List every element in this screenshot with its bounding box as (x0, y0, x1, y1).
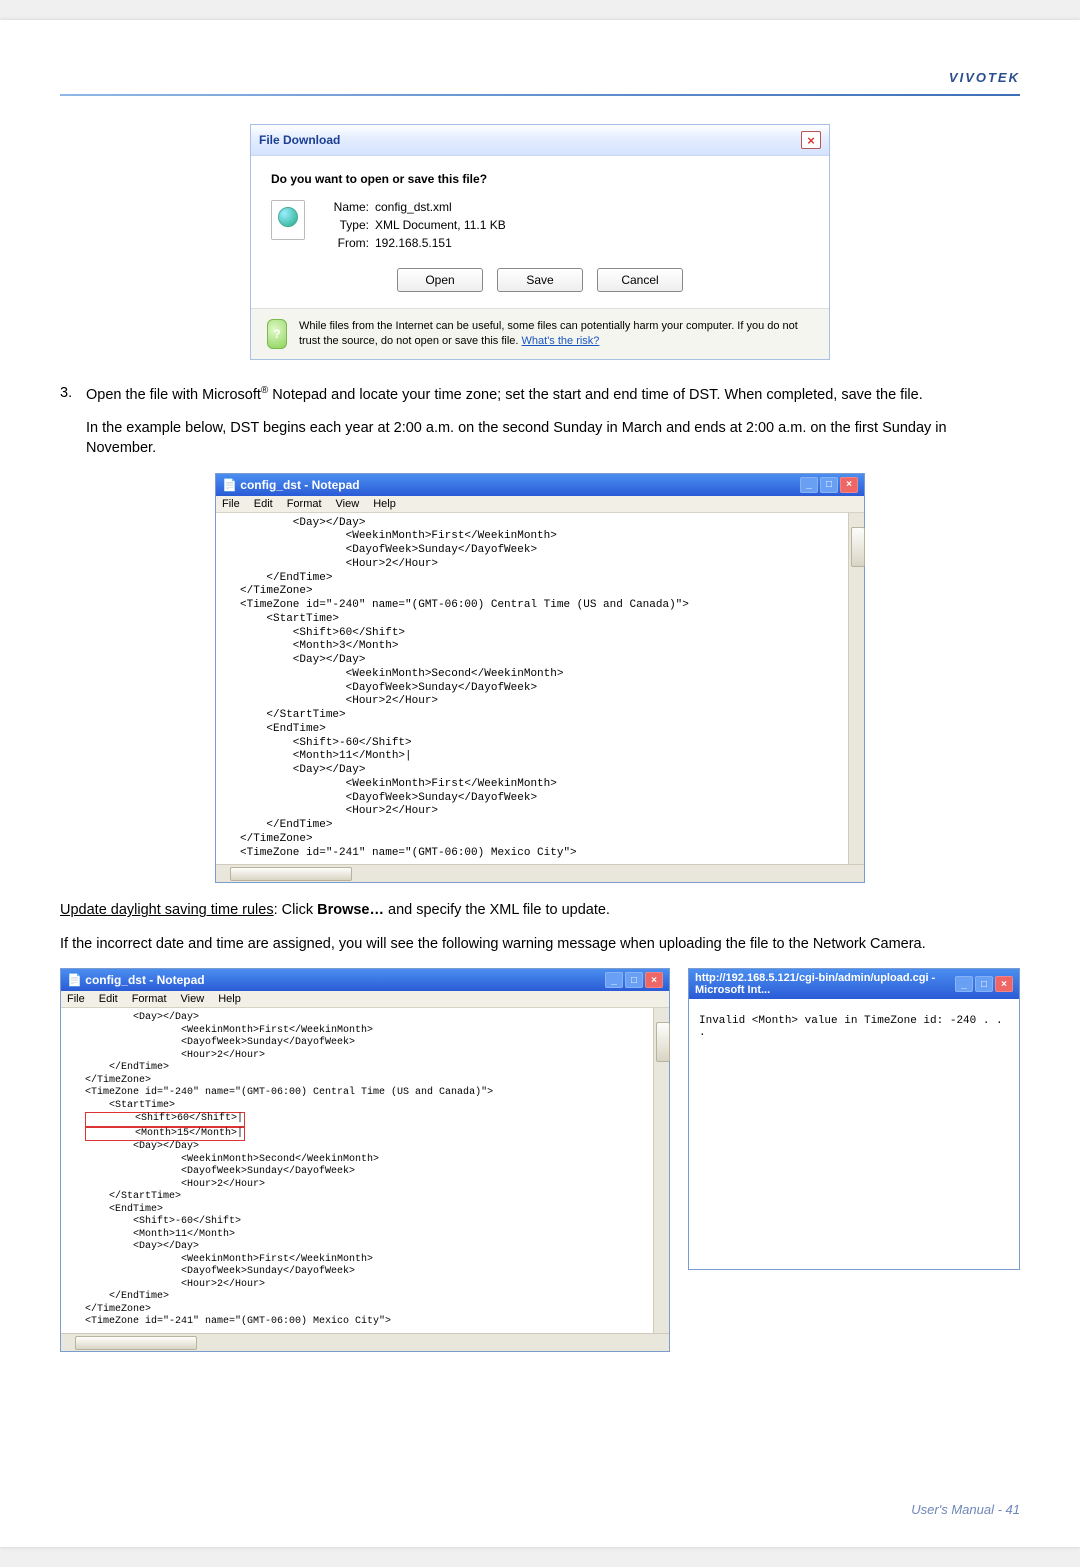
notepad-title-text: config_dst - Notepad (85, 973, 204, 987)
notepad-body: <Day></Day> <WeekinMonth>First</WeekinMo… (216, 513, 864, 883)
file-download-dialog: File Download × Do you want to open or s… (250, 124, 830, 360)
type-label: Type: (319, 218, 369, 232)
save-button[interactable]: Save (497, 268, 583, 292)
window-buttons: _ □ × (800, 477, 858, 493)
file-icon (271, 200, 305, 240)
notepad-text[interactable]: <Day></Day> <WeekinMonth>First</WeekinMo… (216, 513, 864, 865)
menu-edit[interactable]: Edit (99, 993, 118, 1005)
ie-error-text: Invalid <Month> value in TimeZone id: -2… (699, 1015, 1003, 1039)
whats-the-risk-link[interactable]: What's the risk? (522, 335, 600, 347)
menu-file[interactable]: File (222, 498, 240, 510)
footer-page-number: 41 (1006, 1502, 1020, 1517)
notepad-title: 📄 config_dst - Notepad (67, 973, 205, 987)
footer-text: User's Manual - (911, 1502, 1005, 1517)
notepad-menu: File Edit Format View Help (216, 496, 864, 513)
dialog-titlebar: File Download × (251, 125, 829, 156)
menu-format[interactable]: Format (287, 498, 322, 510)
brand-label: VIVOTEK (949, 70, 1020, 85)
menu-edit[interactable]: Edit (254, 498, 273, 510)
window-buttons: _ □ × (605, 972, 663, 988)
type-value: XML Document, 11.1 KB (375, 218, 506, 232)
example-para: In the example below, DST begins each ye… (60, 419, 1020, 458)
open-button[interactable]: Open (397, 268, 483, 292)
scrollbar-horizontal[interactable] (216, 864, 864, 882)
update-underline: Update daylight saving time rules (60, 902, 274, 918)
scrollbar-horizontal[interactable] (61, 1333, 669, 1351)
notepad-menu: File Edit Format View Help (61, 991, 669, 1008)
close-icon[interactable]: × (801, 131, 821, 149)
ie-body: Invalid <Month> value in TimeZone id: -2… (689, 999, 1019, 1269)
notepad-title: 📄 config_dst - Notepad (222, 478, 360, 492)
minimize-icon[interactable]: _ (800, 477, 818, 493)
ie-title-text: http://192.168.5.121/cgi-bin/admin/uploa… (695, 972, 955, 996)
notepad-text[interactable]: <Day></Day> <WeekinMonth>First</WeekinMo… (61, 1008, 669, 1333)
name-value: config_dst.xml (375, 200, 506, 214)
error-row: 📄 config_dst - Notepad _ □ × File Edit F… (60, 968, 1020, 1352)
highlighted-month: <Month>15</Month>| (85, 1127, 245, 1142)
menu-help[interactable]: Help (373, 498, 396, 510)
maximize-icon[interactable]: □ (975, 976, 993, 992)
notepad-titlebar: 📄 config_dst - Notepad _ □ × (61, 969, 669, 991)
update-c: and specify the XML file to update. (384, 902, 610, 918)
page-footer: User's Manual - 41 (911, 1502, 1020, 1517)
incorrect-para: If the incorrect date and time are assig… (60, 935, 1020, 955)
dialog-kv: Name: config_dst.xml Type: XML Document,… (319, 200, 506, 250)
file-download-wrap: File Download × Do you want to open or s… (60, 124, 1020, 360)
dialog-body: Do you want to open or save this file? N… (251, 156, 829, 308)
scrollbar-vertical[interactable] (848, 513, 864, 865)
from-label: From: (319, 236, 369, 250)
ie-error-window: http://192.168.5.121/cgi-bin/admin/uploa… (688, 968, 1020, 1270)
update-para: Update daylight saving time rules: Click… (60, 901, 1020, 921)
ie-titlebar: http://192.168.5.121/cgi-bin/admin/uploa… (689, 969, 1019, 999)
step-number: 3. (60, 384, 80, 405)
close-icon[interactable]: × (995, 976, 1013, 992)
cancel-button[interactable]: Cancel (597, 268, 683, 292)
brand-divider (60, 94, 1020, 96)
step3-b: Notepad and locate your time zone; set t… (268, 387, 922, 403)
dialog-question: Do you want to open or save this file? (271, 172, 809, 186)
notepad-titlebar: 📄 config_dst - Notepad _ □ × (216, 474, 864, 496)
name-label: Name: (319, 200, 369, 214)
minimize-icon[interactable]: _ (955, 976, 973, 992)
menu-help[interactable]: Help (218, 993, 241, 1005)
close-icon[interactable]: × (840, 477, 858, 493)
shield-icon: ? (267, 319, 287, 349)
maximize-icon[interactable]: □ (820, 477, 838, 493)
close-icon[interactable]: × (645, 972, 663, 988)
notepad-title-text: config_dst - Notepad (240, 478, 359, 492)
np2-b: <Day></Day> <WeekinMonth>Second</WeekinM… (85, 1141, 391, 1327)
menu-view[interactable]: View (181, 993, 205, 1005)
notepad-body: <Day></Day> <WeekinMonth>First</WeekinMo… (61, 1008, 669, 1351)
update-b: : Click (274, 902, 318, 918)
menu-file[interactable]: File (67, 993, 85, 1005)
minimize-icon[interactable]: _ (605, 972, 623, 988)
highlighted-shift: <Shift>60</Shift>| (85, 1112, 245, 1127)
dialog-buttons: Open Save Cancel (271, 268, 809, 292)
browse-label: Browse… (317, 902, 384, 918)
menu-view[interactable]: View (336, 498, 360, 510)
from-value: 192.168.5.151 (375, 236, 506, 250)
step3-a: Open the file with Microsoft (86, 387, 261, 403)
np2-a: <Day></Day> <WeekinMonth>First</WeekinMo… (85, 1012, 493, 1111)
document-page: VIVOTEK File Download × Do you want to o… (0, 20, 1080, 1547)
page-content: File Download × Do you want to open or s… (60, 124, 1020, 1352)
step-text: Open the file with Microsoft® Notepad an… (86, 384, 923, 405)
dialog-title: File Download (259, 133, 340, 147)
menu-format[interactable]: Format (132, 993, 167, 1005)
dialog-footer-text: While files from the Internet can be use… (299, 319, 813, 349)
window-buttons: _ □ × (955, 976, 1013, 992)
notepad-wrap-1: 📄 config_dst - Notepad _ □ × File Edit F… (60, 473, 1020, 884)
dialog-info-row: Name: config_dst.xml Type: XML Document,… (271, 200, 809, 250)
notepad-window-1: 📄 config_dst - Notepad _ □ × File Edit F… (215, 473, 865, 884)
scrollbar-vertical[interactable] (653, 1008, 669, 1333)
dialog-footer: ? While files from the Internet can be u… (251, 308, 829, 359)
notepad-window-2: 📄 config_dst - Notepad _ □ × File Edit F… (60, 968, 670, 1352)
maximize-icon[interactable]: □ (625, 972, 643, 988)
step-3: 3. Open the file with Microsoft® Notepad… (60, 384, 1020, 405)
